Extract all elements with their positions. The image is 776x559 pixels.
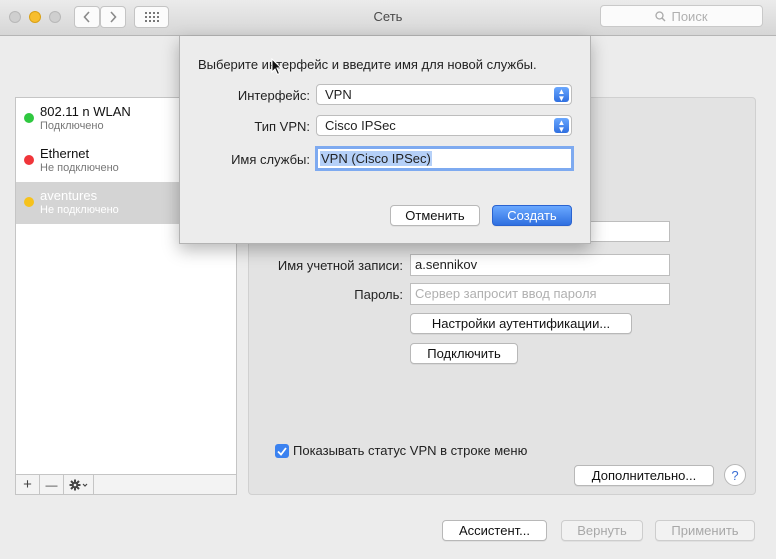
updown-arrows-icon: ▲ ▼ [554,87,569,102]
vpn-type-label: Тип VPN: [254,119,310,134]
service-name-label: Имя службы: [231,152,310,167]
advanced-button[interactable]: Дополнительно... [574,465,714,486]
gear-icon [69,479,87,490]
status-dot-icon [24,155,34,165]
apply-button[interactable]: Применить [655,520,755,541]
add-service-button[interactable]: + [16,475,40,494]
updown-arrows-icon: ▲ ▼ [554,118,569,133]
show-vpn-status-label: Показывать статус VPN в строке меню [293,443,528,458]
create-button[interactable]: Создать [492,205,572,226]
account-label: Имя учетной записи: [277,258,403,273]
cancel-button[interactable]: Отменить [390,205,480,226]
action-menu-button[interactable] [64,475,94,494]
remove-service-button[interactable]: — [40,475,64,494]
password-field[interactable]: Сервер запросит ввод пароля [410,283,670,305]
interface-select[interactable]: VPN ▲ ▼ [316,84,572,105]
service-status: Подключено [40,120,104,132]
show-vpn-status-checkbox[interactable] [275,444,289,458]
assistant-button[interactable]: Ассистент... [442,520,547,541]
search-field[interactable]: Поиск [600,5,763,27]
revert-button[interactable]: Вернуть [561,520,643,541]
mouse-cursor-icon [271,58,283,76]
vpn-type-value: Cisco IPSec [325,118,396,133]
search-placeholder: Поиск [671,8,708,24]
search-icon [655,10,666,21]
service-name: aventures [40,188,98,203]
service-status: Не подключено [40,162,119,174]
interface-value: VPN [325,87,352,102]
status-dot-icon [24,197,34,207]
auth-settings-button[interactable]: Настройки аутентификации... [410,313,632,334]
interface-label: Интерфейс: [237,88,310,103]
vpn-type-select[interactable]: Cisco IPSec ▲ ▼ [316,115,572,136]
connect-button[interactable]: Подключить [410,343,518,364]
service-status: Не подключено [40,204,119,216]
sheet-prompt: Выберите интерфейс и введите имя для нов… [198,57,537,72]
service-name-value: VPN (Cisco IPSec) [320,151,432,166]
account-name-field[interactable]: a.sennikov [410,254,670,276]
checkmark-icon [277,446,287,456]
service-list-toolbar: + — [15,475,237,495]
status-dot-icon [24,113,34,123]
service-name: Ethernet [40,146,90,161]
password-label: Пароль: [354,287,403,302]
help-button[interactable]: ? [724,464,746,486]
service-name: 802.11 n WLAN [40,104,131,119]
new-service-sheet: Выберите интерфейс и введите имя для нов… [179,36,591,244]
service-name-field[interactable]: VPN (Cisco IPSec) [315,146,574,171]
